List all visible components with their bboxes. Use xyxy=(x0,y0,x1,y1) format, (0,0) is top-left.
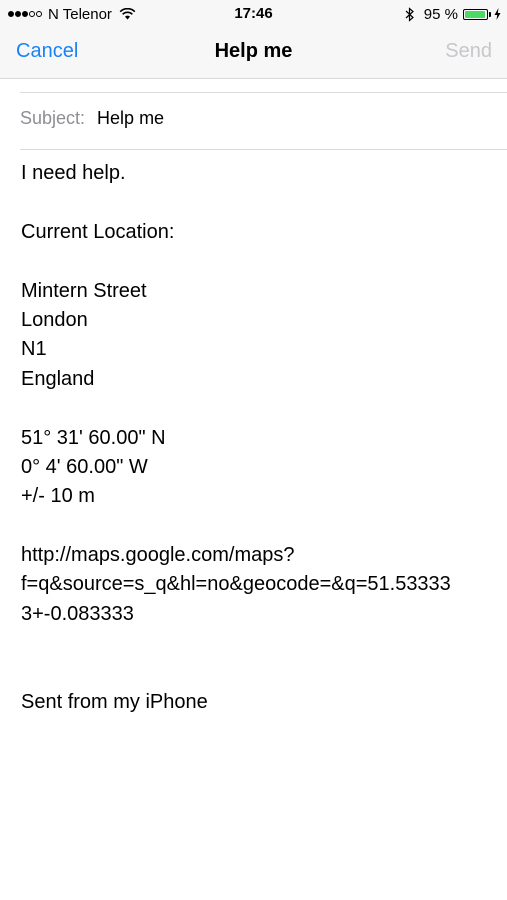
send-button[interactable]: Send xyxy=(445,40,492,63)
navigation-bar: Cancel Help me Send xyxy=(0,28,507,79)
mail-compose-screen: N Telenor 17:46 95 % Cancel Help me Send… xyxy=(0,0,507,900)
map-link-line-1[interactable]: http://maps.google.com/maps? xyxy=(21,541,491,570)
message-body[interactable]: I need help. Current Location: Mintern S… xyxy=(21,159,491,717)
longitude: 0° 4' 60.00" W xyxy=(21,455,148,478)
subject-input[interactable]: Help me xyxy=(97,108,164,129)
compose-title: Help me xyxy=(214,40,293,62)
bluetooth-icon xyxy=(405,6,414,22)
status-bar: N Telenor 17:46 95 % xyxy=(0,0,507,28)
subject-field[interactable]: Subject: Help me xyxy=(20,108,507,134)
address-street: Mintern Street xyxy=(21,279,147,302)
map-link-line-2[interactable]: f=q&source=s_q&hl=no&geocode=&q=51.53333 xyxy=(21,570,491,599)
status-right: 95 % xyxy=(405,5,501,23)
address-postcode: N1 xyxy=(21,338,47,361)
address-city: London xyxy=(21,308,88,331)
battery-icon xyxy=(463,8,488,20)
address-country: England xyxy=(21,367,95,390)
battery-percentage: 95 % xyxy=(423,5,458,23)
email-signature: Sent from my iPhone xyxy=(21,691,208,714)
location-accuracy: +/- 10 m xyxy=(21,485,95,508)
battery-level-fill xyxy=(465,10,485,18)
subject-divider xyxy=(20,149,507,150)
charging-bolt-icon xyxy=(494,8,501,20)
map-link-line-3[interactable]: 3+-0.083333 xyxy=(21,600,491,629)
body-intro: I need help. xyxy=(21,162,126,184)
latitude: 51° 31' 60.00" N xyxy=(21,426,166,449)
location-heading: Current Location: xyxy=(21,220,175,243)
subject-label: Subject: xyxy=(20,108,86,128)
field-divider xyxy=(20,92,507,93)
battery-tip xyxy=(489,11,491,17)
